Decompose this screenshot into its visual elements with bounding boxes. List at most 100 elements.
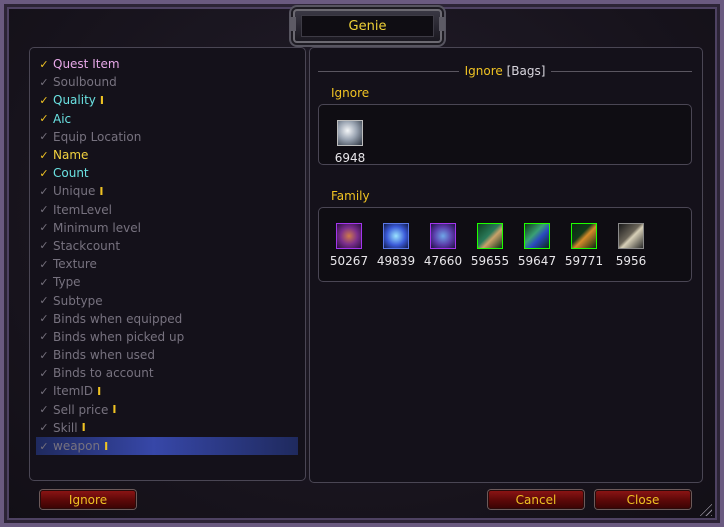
- list-item[interactable]: ✓ Texture: [36, 255, 298, 273]
- title-cap-left: [290, 17, 296, 31]
- list-item-label: ItemID: [53, 384, 94, 399]
- check-icon[interactable]: ✓: [36, 276, 52, 289]
- list-item-label: Skill: [53, 420, 78, 435]
- list-item-label: Stackcount: [53, 238, 121, 253]
- list-item-label: Equip Location: [53, 129, 142, 144]
- rare-item-icon[interactable]: [383, 223, 409, 249]
- header-divider-right: [551, 70, 692, 72]
- check-icon[interactable]: ✓: [36, 421, 52, 434]
- list-item[interactable]: ✓ Stackcount: [36, 237, 298, 255]
- rules-header-suffix: [Bags]: [506, 64, 546, 78]
- hammer-icon[interactable]: [618, 223, 644, 249]
- settings-marker-icon[interactable]: I: [100, 94, 104, 107]
- ignore-items-box[interactable]: 6948: [318, 104, 692, 165]
- list-item[interactable]: ✓ Equip Location: [36, 128, 298, 146]
- check-icon[interactable]: ✓: [36, 167, 52, 180]
- check-icon[interactable]: ✓: [36, 403, 52, 416]
- check-icon[interactable]: ✓: [36, 367, 52, 380]
- check-icon[interactable]: ✓: [36, 94, 52, 107]
- list-item-label: Binds when picked up: [53, 329, 185, 344]
- settings-marker-icon[interactable]: I: [112, 403, 116, 416]
- list-item[interactable]: ✓ Minimum level: [36, 219, 298, 237]
- list-item[interactable]: ✓ Unique I: [36, 182, 298, 200]
- item-slot[interactable]: 47660: [423, 223, 463, 268]
- settings-marker-icon[interactable]: I: [99, 185, 103, 198]
- check-icon[interactable]: ✓: [36, 385, 52, 398]
- header-divider-left: [318, 70, 459, 72]
- check-icon[interactable]: ✓: [36, 185, 52, 198]
- item-slot[interactable]: 50267: [329, 223, 369, 268]
- family-section-label: Family: [331, 189, 370, 203]
- resize-grip-icon[interactable]: [698, 502, 712, 516]
- title-bar[interactable]: Genie: [290, 9, 445, 43]
- list-item-label: weapon: [53, 439, 101, 454]
- list-item-label: Sell price: [53, 402, 109, 417]
- check-icon[interactable]: ✓: [36, 239, 52, 252]
- check-icon[interactable]: ✓: [36, 349, 52, 362]
- settings-marker-icon[interactable]: I: [104, 440, 108, 453]
- list-item-label: Quest Item: [53, 57, 120, 72]
- check-icon[interactable]: ✓: [36, 112, 52, 125]
- list-item[interactable]: ✓ Binds when used: [36, 346, 298, 364]
- list-item[interactable]: ✓ Name: [36, 146, 298, 164]
- list-item-label: Type: [53, 275, 81, 290]
- list-item[interactable]: ✓ Quest Item: [36, 55, 298, 73]
- list-item-label: Subtype: [53, 293, 103, 308]
- check-icon[interactable]: ✓: [36, 58, 52, 71]
- epic-axe-icon[interactable]: [430, 223, 456, 249]
- settings-marker-icon[interactable]: I: [97, 385, 101, 398]
- settings-marker-icon[interactable]: I: [82, 421, 86, 434]
- item-slot[interactable]: 59647: [517, 223, 557, 268]
- family-items-box[interactable]: 50267 49839 47660 59655 59647 59771 5956: [318, 207, 692, 282]
- check-icon[interactable]: ✓: [36, 294, 52, 307]
- green-sword-icon[interactable]: [571, 223, 597, 249]
- check-icon[interactable]: ✓: [36, 130, 52, 143]
- item-slot[interactable]: 6948: [330, 120, 370, 165]
- list-item[interactable]: ✓ Aic: [36, 110, 298, 128]
- list-item[interactable]: ✓ ItemID I: [36, 382, 298, 400]
- list-item[interactable]: ✓ weapon I: [36, 436, 298, 456]
- list-item-label: Name: [53, 148, 89, 163]
- list-item-label: Binds when used: [53, 348, 155, 363]
- list-item[interactable]: ✓ Sell price I: [36, 401, 298, 419]
- item-slot[interactable]: 5956: [611, 223, 651, 268]
- ignore-button[interactable]: Ignore: [40, 490, 136, 509]
- rules-header-title: Ignore [Bags]: [459, 64, 552, 78]
- check-icon[interactable]: ✓: [36, 203, 52, 216]
- item-slot[interactable]: 49839: [376, 223, 416, 268]
- check-icon[interactable]: ✓: [36, 312, 52, 325]
- item-id-label: 6948: [334, 151, 366, 165]
- list-item[interactable]: ✓ Count: [36, 164, 298, 182]
- list-item[interactable]: ✓ Soulbound: [36, 73, 298, 91]
- list-item-label: Count: [53, 166, 89, 181]
- list-item[interactable]: ✓ Type: [36, 273, 298, 291]
- item-slot[interactable]: 59655: [470, 223, 510, 268]
- epic-weapon-icon[interactable]: [336, 223, 362, 249]
- item-id-label: 59655: [470, 254, 510, 268]
- item-slot[interactable]: 59771: [564, 223, 604, 268]
- check-icon[interactable]: ✓: [36, 258, 52, 271]
- ignore-section-label: Ignore: [331, 86, 370, 100]
- check-icon[interactable]: ✓: [36, 440, 52, 453]
- list-item[interactable]: ✓ ItemLevel: [36, 201, 298, 219]
- title-cap-right: [439, 17, 445, 31]
- list-item[interactable]: ✓ Binds to account: [36, 364, 298, 382]
- cancel-button[interactable]: Cancel: [488, 490, 584, 509]
- hearthstone-icon[interactable]: [337, 120, 363, 146]
- list-item[interactable]: ✓ Binds when equipped: [36, 310, 298, 328]
- list-item-label: Aic: [53, 111, 72, 126]
- green-bow-icon[interactable]: [477, 223, 503, 249]
- attribute-list: ✓ Quest Item ✓ Soulbound ✓ Quality I ✓ Aic ✓ Equip…: [36, 55, 298, 456]
- check-icon[interactable]: ✓: [36, 330, 52, 343]
- list-item[interactable]: ✓ Binds when picked up: [36, 328, 298, 346]
- list-item-label: Minimum level: [53, 220, 141, 235]
- list-item[interactable]: ✓ Skill I: [36, 419, 298, 437]
- list-item[interactable]: ✓ Subtype: [36, 291, 298, 309]
- list-item-label: Binds to account: [53, 366, 154, 381]
- check-icon[interactable]: ✓: [36, 149, 52, 162]
- check-icon[interactable]: ✓: [36, 76, 52, 89]
- list-item[interactable]: ✓ Quality I: [36, 91, 298, 109]
- close-button[interactable]: Close: [595, 490, 691, 509]
- green-polearm-icon[interactable]: [524, 223, 550, 249]
- check-icon[interactable]: ✓: [36, 221, 52, 234]
